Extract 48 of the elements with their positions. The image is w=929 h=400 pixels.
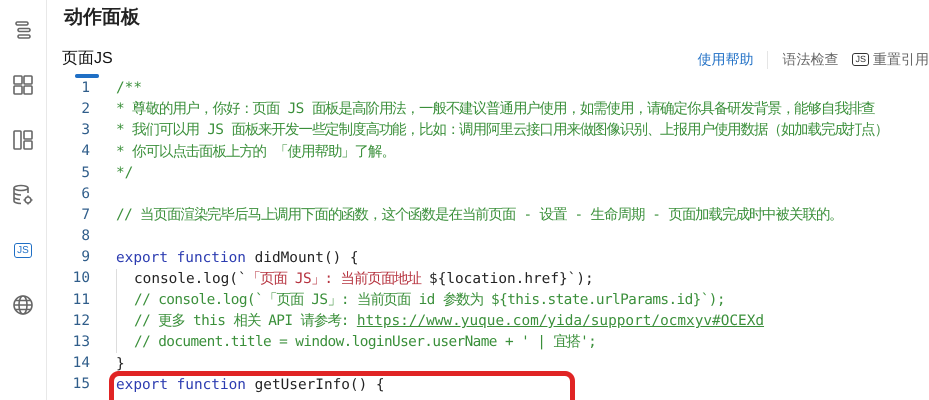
tab[interactable]: 页面JS [62,48,113,78]
code-text: /** [116,79,142,98]
code-text: // 更多 this 相关 API 请参考: [134,312,350,332]
code-text: 「页面 JS」: 当前页面地址 [246,270,422,289]
grid-icon [11,73,35,97]
line-number: 5 [80,164,90,183]
code-text: */ [116,164,134,183]
syntax-check-button[interactable]: 语法检查 [782,49,838,70]
line-number: 7 [80,206,90,225]
line-number: 12 [72,312,90,331]
line-number: 4 [80,142,90,162]
code-text: // console.log(`「页面 JS」: 当前页面 id 参数为 ${this.state.urlParams.id}`); [134,290,725,310]
line-number: 8 [80,227,90,246]
line-number: 1 [80,78,90,98]
line-number: 13 [72,333,90,352]
code-text: * 我们可以用 JS 面板来开发一些定制度高功能，比如：调用阿里云接口用来做图像识别、上报用户使用数据（如加载完成打点） [116,120,888,140]
panel-title: 动作面板 [64,6,141,30]
line-number: 2 [80,100,90,119]
js-badge: JS [852,53,869,66]
code-text: ${location.href}`); [429,270,594,289]
line-number: 9 [80,248,90,268]
code-text: didMount() { [254,248,359,268]
docs-link[interactable]: https://www.yuque.com/yida/support/ocmxyv#OCEXd [356,311,764,332]
sidebar-item[interactable] [10,72,36,98]
line-number: 14 [72,354,90,374]
code-text: console.log(` [134,270,247,289]
code-text: * 尊敬的用户，你好：页面 JS 面板是高阶用法，一般不建议普通用户使用，如需使用，请确定你具备研发背景，能够自我排查 [116,100,875,120]
sidebar-item[interactable] [10,127,36,153]
help-link[interactable]: 使用帮助 [697,49,754,70]
line-number: 15 [72,375,90,394]
line-number: 10 [72,269,90,288]
sidebar-item[interactable] [10,292,36,318]
code-text: export function [116,248,246,268]
line-number: 6 [80,184,90,204]
layout-icon [11,128,35,152]
globe-icon [11,293,35,317]
code-text: // 当页面渲染完毕后马上调用下面的函数，这个函数是在当前页面 - 设置 - 生命周期 - 页面加载完成时中被关联的。 [116,206,843,226]
reset-reference-button[interactable]: JS 重置引用 [852,49,929,70]
code-text: // document.title = window.loginUser.userName + ' | 宜搭'; [134,332,596,352]
code-text: } [116,354,125,374]
sidebar-item[interactable]: JS [10,237,36,263]
code-text: export function [116,376,246,395]
code-text: * 你可以点击面板上方的 「使用帮助」了解。 [116,142,395,162]
code-text: getUserInfo() { [254,376,385,395]
database-gear-icon [11,183,35,207]
js-badge: JS [14,242,32,258]
line-number: 3 [80,121,90,140]
line-number: 11 [72,290,90,310]
